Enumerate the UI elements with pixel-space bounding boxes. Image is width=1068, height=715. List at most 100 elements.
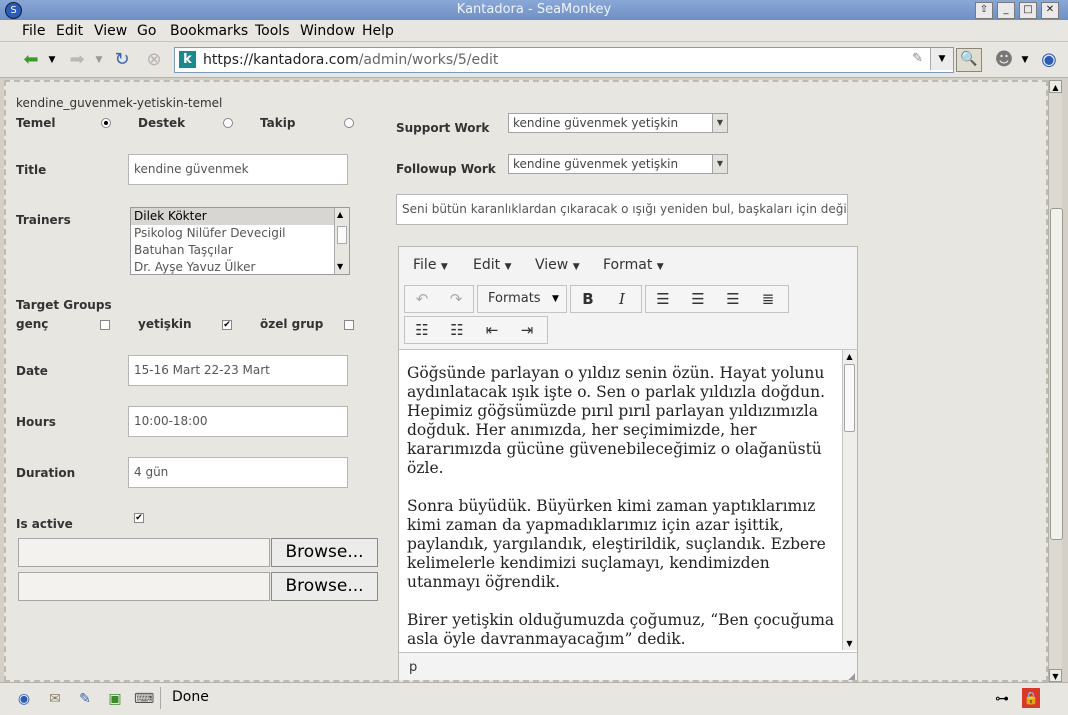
back-dropdown-icon[interactable]: ▼	[45, 50, 59, 70]
editor-paragraph[interactable]: Göğsünde parlayan o yıldız senin özün. H…	[407, 364, 837, 478]
file-path-field[interactable]	[18, 572, 270, 601]
menu-view[interactable]: View	[94, 23, 127, 39]
outdent-icon[interactable]: ⇤	[477, 319, 507, 341]
menu-file[interactable]: File	[22, 23, 45, 39]
editor-menu-view[interactable]: View ▼	[535, 257, 580, 273]
align-left-icon[interactable]: ☰	[648, 288, 678, 310]
formats-dropdown[interactable]: Formats ▼	[477, 285, 567, 313]
scroll-up-icon[interactable]: ▲	[1049, 80, 1062, 93]
title-input[interactable]: kendine güvenmek	[128, 154, 348, 185]
align-right-icon[interactable]: ☰	[718, 288, 748, 310]
resize-handle-icon[interactable]: ◢	[848, 672, 855, 680]
menu-go[interactable]: Go	[137, 23, 156, 39]
target-groups-label: Target Groups	[16, 298, 112, 312]
scroll-up-icon[interactable]: ▲	[843, 350, 856, 363]
level-destek-radio[interactable]	[223, 118, 233, 128]
target-group-yetiskin-checkbox[interactable]: ✔	[222, 320, 232, 330]
browse-button[interactable]: Browse...	[271, 572, 378, 601]
chatzilla-icon[interactable]: ⌨	[134, 691, 154, 707]
trainers-scrollbar[interactable]: ▲ ▼	[334, 208, 349, 274]
align-center-icon[interactable]: ☰	[683, 288, 713, 310]
menu-edit[interactable]: Edit	[56, 23, 83, 39]
scroll-thumb[interactable]	[1050, 208, 1063, 540]
scroll-down-icon[interactable]: ▼	[337, 262, 343, 271]
undo-redo-group: ↶ ↷	[404, 285, 474, 313]
scroll-down-icon[interactable]: ▼	[843, 637, 856, 650]
reload-icon[interactable]: ↻	[111, 50, 133, 70]
bold-icon[interactable]: B	[573, 288, 603, 310]
indent-icon[interactable]: ⇥	[512, 319, 542, 341]
window-title: Kantadora - SeaMonkey	[456, 2, 612, 17]
editor-text[interactable]: Göğsünde parlayan o yıldız senin özün. H…	[407, 364, 837, 652]
numbered-list-icon[interactable]: ☷	[442, 319, 472, 341]
duration-input[interactable]: 4 gün	[128, 457, 348, 488]
trainer-option[interactable]: Batuhan Taşçılar	[131, 242, 334, 259]
file-path-field[interactable]	[18, 538, 270, 567]
hours-input[interactable]: 10:00-18:00	[128, 406, 348, 437]
stop-icon[interactable]: ⊗	[143, 50, 165, 70]
page-content: kendine_guvenmek-yetiskin-temel Temel De…	[4, 80, 1048, 682]
chevron-down-icon: ▼	[712, 114, 727, 132]
editor-menu-format[interactable]: Format ▼	[603, 257, 664, 273]
forward-icon[interactable]: ➡	[64, 50, 90, 70]
user-icon[interactable]: ☻	[993, 50, 1015, 70]
close-icon[interactable]: ✕	[1041, 2, 1059, 19]
support-work-select[interactable]: kendine güvenmek yetişkin ▼	[508, 113, 728, 133]
level-destek-label: Destek	[138, 116, 186, 130]
date-input[interactable]: 15-16 Mart 22-23 Mart	[128, 355, 348, 386]
alignment-group: ☰ ☰ ☰ ≣	[645, 285, 789, 313]
followup-work-select[interactable]: kendine güvenmek yetişkin ▼	[508, 154, 728, 174]
scroll-thumb[interactable]	[337, 226, 347, 244]
undo-icon[interactable]: ↶	[407, 288, 437, 310]
editor-content-area[interactable]: Göğsünde parlayan o yıldız senin özün. H…	[399, 349, 857, 653]
redo-icon[interactable]: ↷	[441, 288, 471, 310]
trainers-listbox[interactable]: Dilek Kökter Psikolog Nilüfer Devecigil …	[130, 207, 350, 275]
scroll-down-icon[interactable]: ▼	[1049, 669, 1062, 682]
search-icon[interactable]: 🔍	[956, 48, 982, 72]
menu-bookmarks[interactable]: Bookmarks	[170, 23, 248, 39]
url-host: https://kantadora.com	[203, 52, 359, 68]
scroll-thumb[interactable]	[844, 364, 855, 432]
editor-paragraph[interactable]: Sonra büyüdük. Büyürken kimi zaman yaptı…	[407, 497, 837, 592]
level-temel-radio[interactable]	[101, 118, 111, 128]
editor-element-path: p	[409, 660, 418, 675]
minimize-icon[interactable]: _	[997, 2, 1015, 19]
lock-icon[interactable]: 🔒	[1022, 688, 1040, 708]
duration-label: Duration	[16, 466, 76, 480]
browser-icon[interactable]: ◉	[15, 691, 33, 707]
address-book-icon[interactable]: ▣	[106, 691, 124, 707]
scroll-up-icon[interactable]: ▲	[337, 210, 343, 219]
summary-input[interactable]: Seni bütün karanlıklardan çıkaracak o ış…	[396, 194, 848, 225]
page-scrollbar[interactable]: ▲ ▼	[1048, 80, 1063, 682]
forward-dropdown-icon[interactable]: ▼	[92, 50, 106, 70]
menu-help[interactable]: Help	[362, 23, 394, 39]
edit-pencil-icon[interactable]: ✎	[912, 51, 923, 66]
composer-icon[interactable]: ✎	[76, 691, 94, 707]
window-menu-icon[interactable]: ⇧	[975, 2, 993, 19]
trainer-option[interactable]: Dr. Ayşe Yavuz Ülker	[131, 259, 334, 276]
trainer-option[interactable]: Psikolog Nilüfer Devecigil	[131, 225, 334, 242]
target-group-genc-checkbox[interactable]	[100, 320, 110, 330]
target-group-ozel-checkbox[interactable]	[344, 320, 354, 330]
browse-button[interactable]: Browse...	[271, 538, 378, 567]
editor-menu-edit[interactable]: Edit ▼	[473, 257, 512, 273]
align-justify-icon[interactable]: ≣	[753, 288, 783, 310]
trainer-option[interactable]: Dilek Kökter	[131, 208, 334, 225]
online-status-icon[interactable]: ⊶	[988, 691, 1016, 707]
editor-scrollbar[interactable]: ▲ ▼	[842, 350, 857, 650]
italic-icon[interactable]: I	[607, 288, 637, 310]
level-temel-label: Temel	[16, 116, 56, 130]
is-active-checkbox[interactable]: ✔	[134, 513, 144, 523]
bullet-list-icon[interactable]: ☷	[407, 319, 437, 341]
mail-icon[interactable]: ✉	[46, 691, 64, 707]
maximize-icon[interactable]: □	[1019, 2, 1037, 19]
menu-window[interactable]: Window	[300, 23, 355, 39]
editor-menu-file[interactable]: File ▼	[413, 257, 448, 273]
menu-tools[interactable]: Tools	[255, 23, 290, 39]
editor-paragraph[interactable]: Birer yetişkin olduğumuzda çoğumuz, “Ben…	[407, 611, 837, 649]
level-takip-radio[interactable]	[344, 118, 354, 128]
url-history-dropdown-icon[interactable]: ▼	[930, 48, 953, 70]
url-bar[interactable]: k https://kantadora.com/admin/works/5/ed…	[174, 47, 954, 73]
back-icon[interactable]: ⬅	[18, 50, 44, 70]
user-dropdown-icon[interactable]: ▼	[1018, 50, 1032, 70]
